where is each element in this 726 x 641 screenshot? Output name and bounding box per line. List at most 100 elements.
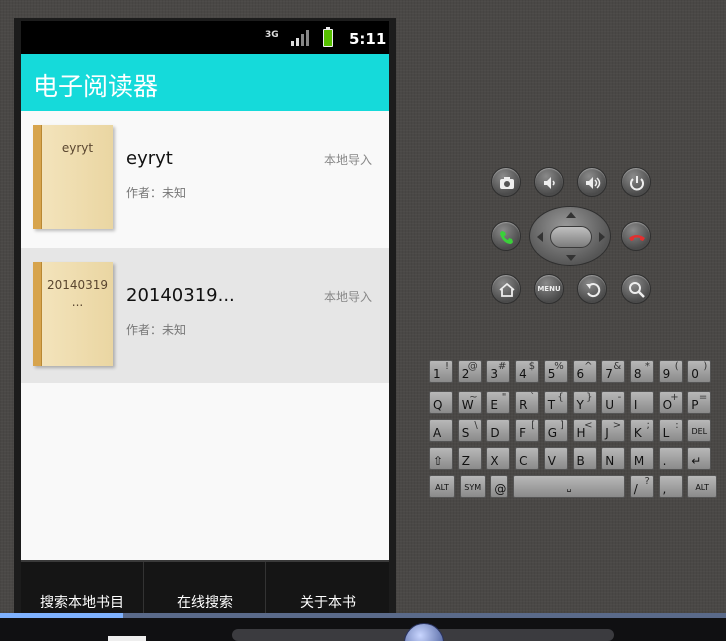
key-label: 9 (662, 367, 671, 381)
book-source: 本地导入 (323, 290, 372, 304)
key-alt-label: @ (467, 361, 478, 372)
key-l[interactable]: L: (658, 419, 683, 442)
key-0[interactable]: 0) (687, 360, 712, 383)
volume-up-icon[interactable] (577, 167, 607, 197)
dpad-center-button[interactable] (550, 226, 592, 248)
key-alt-label: [ (531, 420, 536, 431)
key-alt-label: ^ (584, 361, 593, 372)
key-y[interactable]: Y} (572, 391, 597, 414)
key-alt[interactable]: ALT (429, 475, 455, 498)
key-label: / (633, 482, 638, 496)
book-list-item[interactable]: 20140319 ... 20140319... 作者：未知 本地导入 (21, 248, 389, 383)
media-player-bar (0, 618, 726, 641)
key-sym[interactable]: SYM (459, 475, 486, 498)
key-alt-label: * (644, 361, 650, 372)
key-alt-label: # (498, 361, 507, 372)
key-3[interactable]: 3 # (486, 360, 511, 383)
book-source: 本地导入 (323, 153, 372, 167)
volume-down-icon[interactable] (534, 167, 564, 197)
key-2[interactable]: 2 @ (457, 360, 482, 383)
key-8[interactable]: 8 * (629, 360, 654, 383)
key-label: 4 (519, 367, 527, 381)
key-u[interactable]: U- (601, 391, 626, 414)
key-label: 8 (633, 367, 642, 381)
key-f[interactable]: F[ (515, 419, 540, 442)
key-1[interactable]: 1! (429, 360, 453, 383)
key-[interactable]: @ (490, 475, 509, 498)
key-alt-label: % (554, 361, 564, 372)
key-5[interactable]: 5% (543, 360, 568, 383)
key-w[interactable]: W ~ (457, 391, 482, 414)
key-alt[interactable]: ALT (687, 475, 718, 498)
dpad-up-icon[interactable] (566, 212, 576, 218)
key-7[interactable]: 7 & (601, 360, 626, 383)
key-j[interactable]: J > (601, 419, 626, 442)
key-g[interactable]: G] (543, 419, 568, 442)
key-[interactable]: ␣ (513, 475, 626, 498)
key-h[interactable]: H < (572, 419, 597, 442)
key-label: ␣ (566, 483, 572, 492)
key-t[interactable]: T{ (543, 391, 568, 414)
key-alt-label: } (586, 392, 593, 403)
camera-icon[interactable] (491, 167, 521, 197)
key-v[interactable]: V (543, 447, 568, 470)
menu-button[interactable]: MENU (534, 274, 564, 304)
key-alt-label: : (675, 420, 679, 431)
key-s[interactable]: S \ (457, 419, 482, 442)
key-label: DEL (691, 427, 708, 436)
key-9[interactable]: 9( (658, 360, 683, 383)
book-list-item[interactable]: eyryt eyryt 作者：未知 本地导入 (21, 111, 389, 246)
key-alt-label: ] (559, 420, 564, 431)
dpad-down-icon[interactable] (566, 255, 576, 261)
key-label: L (662, 426, 670, 440)
power-icon[interactable] (621, 167, 651, 197)
key-k[interactable]: K; (629, 419, 654, 442)
key-label: T (547, 398, 556, 412)
key-p[interactable]: P = (687, 391, 712, 414)
key-m[interactable]: M (629, 447, 654, 470)
key-i[interactable]: I (629, 391, 654, 414)
key-x[interactable]: X (486, 447, 511, 470)
key-q[interactable]: Q (429, 391, 453, 414)
key-del[interactable]: DEL (687, 419, 712, 442)
key-n[interactable]: N (601, 447, 626, 470)
key-label: 3 (490, 367, 499, 381)
key-r[interactable]: R ` (515, 391, 540, 414)
dpad-right-icon[interactable] (599, 232, 605, 242)
key-z[interactable]: Z (457, 447, 482, 470)
key-6[interactable]: 6 ^ (572, 360, 597, 383)
about-book-label: 关于本书 (300, 595, 356, 611)
key-label: B (576, 454, 585, 468)
dpad-left-icon[interactable] (537, 232, 543, 242)
call-icon[interactable] (491, 221, 521, 251)
search-local-books-label: 搜索本地书目 (40, 595, 124, 611)
key-label: R (519, 398, 528, 412)
key-b[interactable]: B (572, 447, 597, 470)
book-cover-ellipsis: ... (71, 295, 84, 309)
search-icon[interactable] (621, 274, 651, 304)
online-search-label: 在线搜索 (177, 595, 233, 611)
key-label: D (490, 426, 500, 440)
key-e[interactable]: E " (486, 391, 511, 414)
key-d[interactable]: D (486, 419, 511, 442)
key-label: ALT (695, 483, 710, 492)
key-label: ↵ (691, 454, 702, 468)
back-icon[interactable] (577, 274, 607, 304)
key-4[interactable]: 4 $ (515, 360, 540, 383)
key-[interactable]: /? (629, 475, 654, 498)
key-[interactable]: , (658, 475, 683, 498)
key-label: 1 (433, 367, 441, 381)
key-o[interactable]: O + (658, 391, 683, 414)
dpad[interactable] (529, 206, 611, 266)
end-call-icon[interactable] (621, 221, 651, 251)
key-c[interactable]: C (515, 447, 540, 470)
key-label: ALT (435, 483, 449, 492)
home-icon[interactable] (491, 274, 521, 304)
key-a[interactable]: A (429, 419, 453, 442)
key-alt-label: { (557, 392, 564, 403)
key-[interactable]: ↵ (687, 447, 712, 470)
menu-button-label: MENU (537, 285, 561, 293)
key-[interactable]: . (658, 447, 683, 470)
key-[interactable]: ⇧ (429, 447, 453, 470)
key-label: J (605, 426, 609, 440)
